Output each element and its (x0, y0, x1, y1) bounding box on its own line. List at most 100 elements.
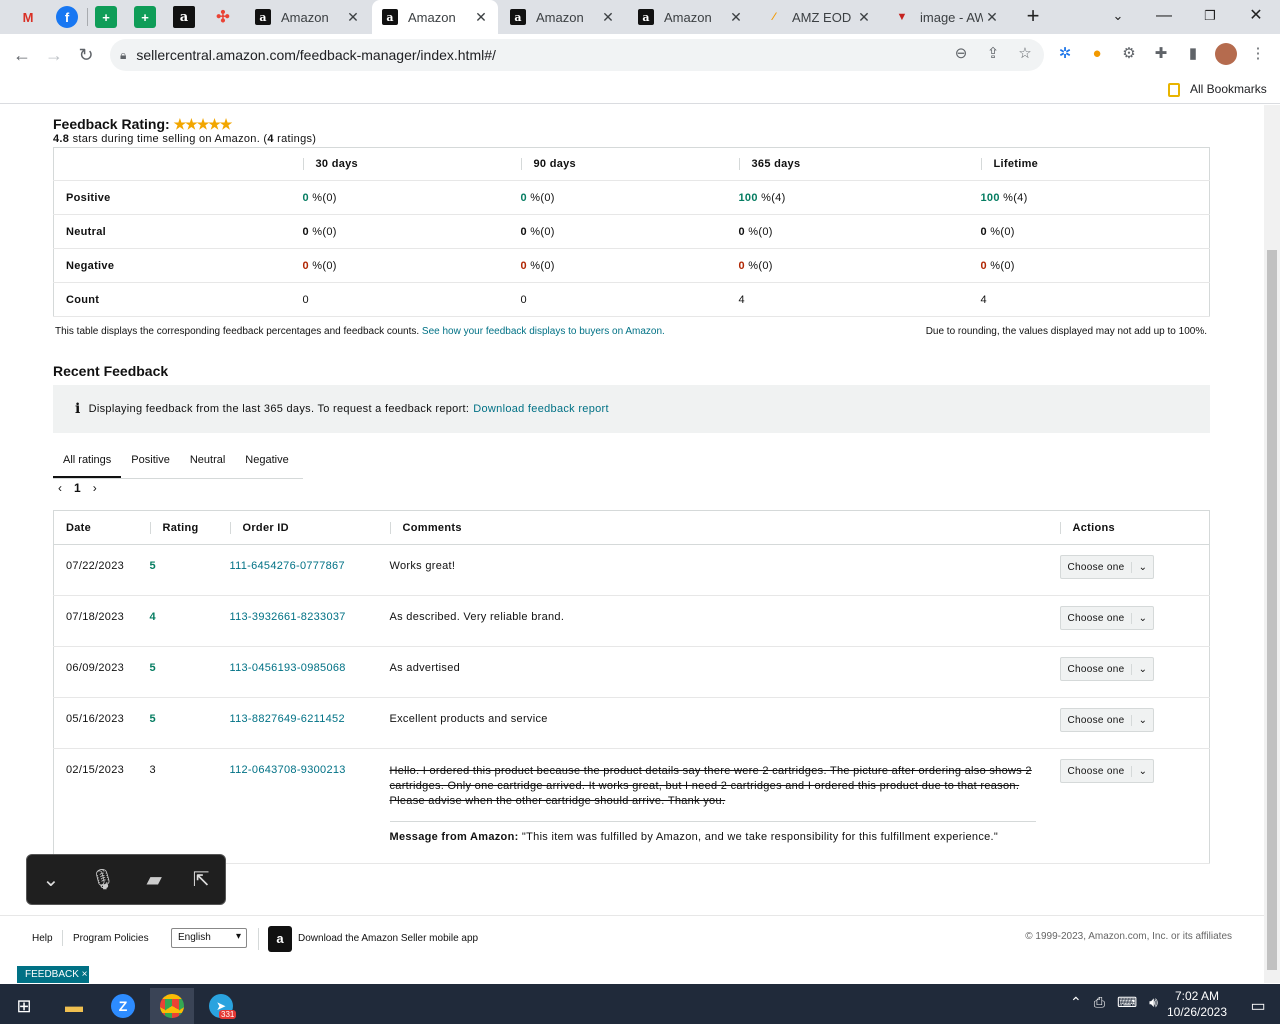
extension-2-icon[interactable]: ● (1087, 44, 1107, 64)
restore-button[interactable]: ❐ (1190, 4, 1230, 28)
current-page[interactable]: 1 (74, 481, 81, 495)
order-id-link[interactable]: 113-3932661-8233037 (217, 595, 378, 647)
page-scrollbar[interactable] (1264, 105, 1280, 983)
reload-button[interactable]: ↻ (74, 43, 98, 67)
new-tab-button[interactable]: + (1013, 4, 1053, 28)
apps-pinned-tab-icon[interactable]: ✣ (212, 6, 234, 28)
scrollbar-thumb[interactable] (1267, 250, 1277, 970)
windows-start-icon[interactable]: ⊞ (2, 988, 46, 1024)
choose-one-dropdown[interactable]: Choose one ⌄ (1059, 657, 1155, 681)
clock[interactable]: 7:02 AM 10/26/2023 (1162, 988, 1232, 1020)
language-select[interactable]: English ▾ (171, 928, 247, 948)
date-cell: 05/16/2023 (53, 697, 138, 749)
tab-all-ratings[interactable]: All ratings (53, 445, 122, 478)
file-explorer-icon[interactable]: ▬ (52, 988, 96, 1024)
program-policies-link[interactable]: Program Policies (73, 933, 149, 944)
extensions-puzzle-icon[interactable]: ✚ (1151, 44, 1171, 64)
order-id-link[interactable]: 111-6454276-0777867 (217, 544, 378, 596)
tab-neutral[interactable]: Neutral (180, 445, 235, 478)
tab-amz-eod[interactable]: ⁄ AMZ EOD F ✕ (756, 0, 881, 34)
chevron-down-icon: ⌄ (1131, 714, 1153, 726)
next-page-icon[interactable]: › (93, 481, 97, 495)
meet-tray-icon[interactable]: ⎙ (1094, 994, 1105, 1011)
rounding-note: Due to rounding, the values displayed ma… (925, 326, 1207, 337)
share-screen-icon[interactable]: ⇱ (193, 867, 210, 892)
tab-image-aw[interactable]: ▼ image - AW ✕ (884, 0, 1009, 34)
tab-title: Amazon (281, 9, 329, 25)
choose-one-dropdown[interactable]: Choose one ⌄ (1059, 555, 1155, 579)
extension-3-icon[interactable]: ⚙ (1119, 44, 1139, 64)
feedback-table: Date Rating Order ID Comments Actions 07… (53, 510, 1210, 864)
collapse-chevron-icon[interactable]: ⌄ (42, 867, 59, 892)
amazon-pinned-tab-icon[interactable]: a (173, 6, 195, 28)
close-tab-icon[interactable]: ✕ (983, 9, 1001, 26)
order-id-link[interactable]: 112-0643708-9300213 (217, 748, 378, 864)
summary-row-positive: Positive 0 %(0) 0 %(0) 100 %(4) 100 %(4) (53, 180, 1210, 215)
feedback-button[interactable]: FEEDBACK × (17, 966, 89, 983)
sheets-pinned-tab-icon-2[interactable]: + (134, 6, 156, 28)
count-cell: 0 (508, 282, 727, 317)
facebook-pinned-tab-icon[interactable]: f (56, 6, 78, 28)
menu-dots-icon[interactable]: ⋮ (1248, 44, 1268, 64)
rating-cell: 5 (137, 544, 218, 596)
tab-positive[interactable]: Positive (121, 445, 180, 478)
amz-eod-favicon-icon: ⁄ (773, 11, 775, 23)
choose-one-dropdown[interactable]: Choose one ⌄ (1059, 606, 1155, 630)
clock-time: 7:02 AM (1174, 989, 1220, 1003)
tab-amazon-1[interactable]: a Amazon ✕ (245, 0, 370, 34)
minimize-button[interactable]: — (1144, 4, 1184, 28)
all-bookmarks-link[interactable]: All Bookmarks (1190, 82, 1267, 96)
notifications-icon[interactable]: ▭ (1236, 988, 1280, 1024)
tab-amazon-3[interactable]: a Amazon ✕ (500, 0, 625, 34)
gmail-pinned-tab-icon[interactable]: M (17, 6, 39, 28)
close-tab-icon[interactable]: ✕ (344, 9, 362, 26)
chevron-down-icon: ▾ (235, 931, 241, 942)
system-tray: ⌃ ⎙ ⌨ 🔊︎ (1070, 994, 1158, 1011)
chrome-app-icon[interactable] (160, 994, 184, 1018)
zoom-icon[interactable]: ⊖ (951, 44, 971, 64)
download-report-link[interactable]: Download feedback report (473, 403, 609, 415)
tab-amazon-active[interactable]: a Amazon ✕ (372, 0, 498, 34)
help-link[interactable]: Help (32, 933, 53, 944)
share-icon[interactable]: ⇪ (983, 44, 1003, 64)
network-icon[interactable]: ⌨ (1117, 994, 1137, 1011)
col-90-days: 90 days (520, 158, 576, 170)
forward-button[interactable]: → (42, 43, 66, 67)
back-button[interactable]: ← (10, 43, 34, 67)
profile-avatar[interactable] (1215, 43, 1237, 65)
seller-app-icon[interactable]: a (268, 926, 292, 952)
mic-muted-icon[interactable]: 🎙︎ (90, 867, 115, 892)
choose-one-dropdown[interactable]: Choose one ⌄ (1059, 708, 1155, 732)
recent-feedback-title: Recent Feedback (53, 363, 169, 379)
camera-off-icon[interactable]: ▰ (146, 867, 161, 892)
address-bar[interactable]: 🔒︎ sellercentral.amazon.com/feedback-man… (110, 39, 1044, 71)
tab-amazon-4[interactable]: a Amazon ✕ (628, 0, 753, 34)
close-tab-icon[interactable]: ✕ (599, 9, 617, 26)
close-window-button[interactable]: ✕ (1236, 4, 1276, 28)
choose-one-dropdown[interactable]: Choose one ⌄ (1059, 759, 1155, 783)
amazon-message: Message from Amazon: "This item was fulf… (389, 821, 1036, 845)
close-tab-icon[interactable]: ✕ (472, 9, 490, 26)
col-30-days: 30 days (302, 158, 358, 170)
close-tab-icon[interactable]: ✕ (855, 9, 873, 26)
tray-chevron-icon[interactable]: ⌃ (1070, 994, 1082, 1011)
tab-search-chevron-icon[interactable]: ⌄ (1098, 4, 1138, 28)
volume-icon[interactable]: 🔊︎ (1149, 994, 1158, 1011)
side-panel-icon[interactable]: ▮ (1183, 44, 1203, 64)
seller-app-link[interactable]: Download the Amazon Seller mobile app (298, 933, 478, 944)
summary-note-text: This table displays the corresponding fe… (55, 326, 420, 337)
removed-comment-text: Hello. I ordered this product because th… (389, 765, 1032, 807)
extension-1-icon[interactable]: ✲ (1055, 44, 1075, 64)
bookmark-star-icon[interactable]: ☆ (1015, 44, 1035, 64)
sheets-pinned-tab-icon[interactable]: + (95, 6, 117, 28)
see-feedback-display-link[interactable]: See how your feedback displays to buyers… (422, 326, 665, 337)
order-id-link[interactable]: 113-0456193-0985068 (217, 646, 378, 698)
chevron-down-icon: ⌄ (1131, 663, 1153, 675)
tab-negative[interactable]: Negative (235, 445, 298, 478)
close-tab-icon[interactable]: ✕ (727, 9, 745, 26)
lock-icon: 🔒︎ (120, 47, 127, 62)
zoom-app-icon[interactable]: Z (111, 994, 135, 1018)
prev-page-icon[interactable]: ‹ (58, 481, 62, 495)
rating-cell: 3 (137, 748, 218, 864)
order-id-link[interactable]: 113-8827649-6211452 (217, 697, 378, 749)
